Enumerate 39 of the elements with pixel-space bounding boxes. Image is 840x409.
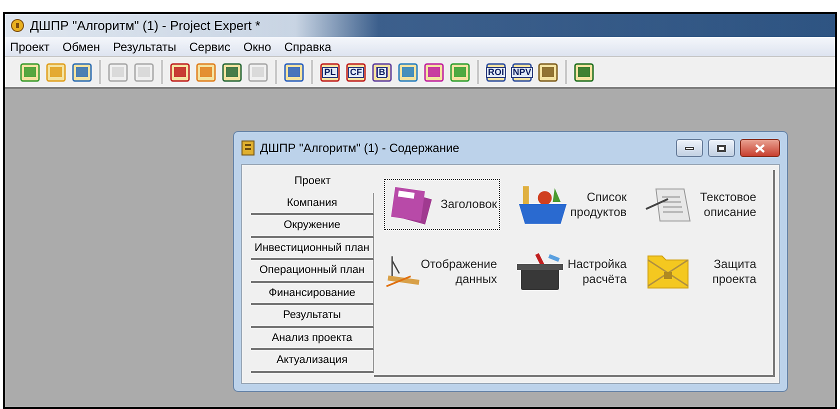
content-item[interactable]: Список продуктов <box>514 179 630 230</box>
window-title: ДШПР "Алгоритм" (1) - Project Expert * <box>30 16 260 35</box>
item-label: расчёта <box>582 272 627 286</box>
close-icon <box>755 144 765 152</box>
menu-item[interactable]: Окно <box>243 40 272 52</box>
section-tab[interactable]: Финансирование <box>251 282 374 305</box>
item-label: Список <box>586 190 627 204</box>
menu-item[interactable]: Справка <box>284 40 332 52</box>
menu-item[interactable]: Проект <box>10 40 50 52</box>
section-tab[interactable]: Операционный план <box>251 260 374 282</box>
item-label: проекта <box>712 272 756 286</box>
section-tab[interactable]: Окружение <box>251 215 374 238</box>
section-tab[interactable]: Компания <box>251 192 374 215</box>
minimize-button[interactable] <box>676 139 703 157</box>
item-label: данных <box>455 272 497 286</box>
menu-item[interactable]: Обмен <box>62 40 100 52</box>
menu-item[interactable]: Сервис <box>189 40 230 52</box>
section-tab[interactable]: Актуализация <box>251 350 374 372</box>
content-item[interactable]: Текстовое описание <box>643 179 760 230</box>
book-icon <box>241 140 255 156</box>
close-button[interactable] <box>740 139 780 157</box>
section-tab[interactable]: Инвестиционный план <box>251 238 374 260</box>
content-item[interactable]: Настройка расчёта <box>514 246 630 297</box>
item-label: продуктов <box>570 204 627 220</box>
content-item[interactable]: Защита проекта <box>643 246 760 297</box>
section-tab[interactable]: Результаты <box>251 305 374 328</box>
item-label: Отображение <box>420 256 497 272</box>
item-label: Заголовок <box>440 197 497 212</box>
item-label: Защита <box>714 256 756 272</box>
child-window-title: ДШПР "Алгоритм" (1) - Содержание <box>260 140 460 157</box>
item-label: Настройка <box>568 256 627 272</box>
menu-item[interactable]: Результаты <box>113 40 176 52</box>
content-item[interactable]: Заголовок <box>384 179 500 230</box>
lightbulb-icon <box>11 19 24 32</box>
item-label: описание <box>704 204 756 220</box>
section-tab[interactable]: Анализ проекта <box>251 328 374 350</box>
content-item[interactable]: Отображение данных <box>384 246 500 297</box>
maximize-button[interactable] <box>708 139 735 157</box>
item-label: Текстовое <box>700 190 756 204</box>
